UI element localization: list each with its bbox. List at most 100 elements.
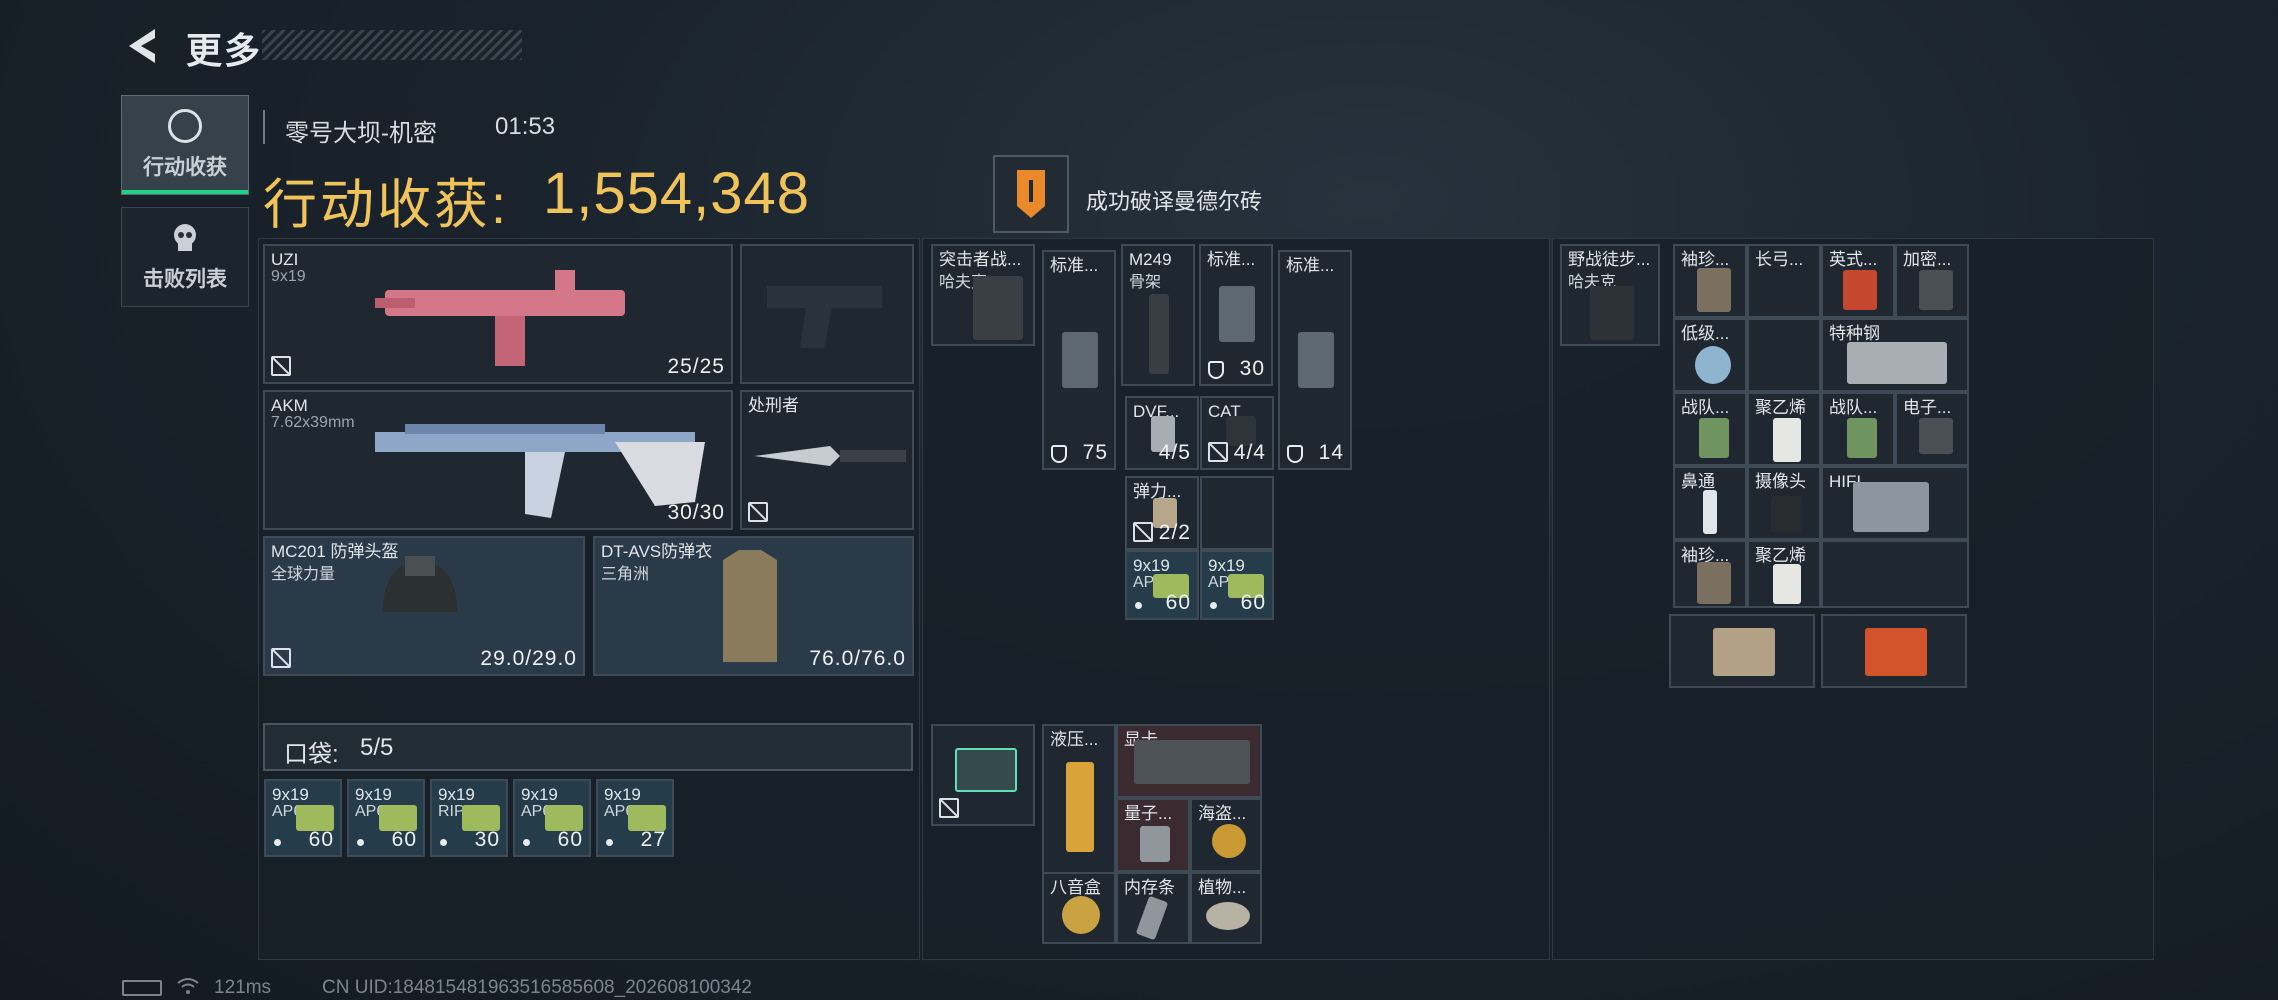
safe-item[interactable]: 植物...: [1190, 872, 1262, 944]
rig-item[interactable]: 9x19AP6.3 60: [1125, 550, 1199, 620]
item-count: 4/5: [1158, 441, 1191, 464]
radio-icon: [1713, 628, 1775, 676]
safe-item[interactable]: 液压...: [1042, 724, 1116, 874]
item-icon: [1843, 270, 1877, 310]
item-icon: [1773, 418, 1801, 462]
backpack-item[interactable]: HIFI...: [1821, 466, 1969, 540]
item-name: 八音盒: [1050, 878, 1101, 897]
item-icon: [1697, 268, 1731, 312]
armor-faction: 三角洲: [601, 566, 650, 583]
tab-defeat-list[interactable]: 击败列表: [121, 207, 249, 307]
count-dot-icon: [357, 839, 364, 846]
backpack-item[interactable]: 战队...: [1821, 392, 1895, 466]
backpack-empty-slot[interactable]: [1821, 540, 1969, 608]
backpack-empty-slot[interactable]: [1747, 318, 1821, 392]
haul-value: 1,554,348: [543, 161, 811, 226]
title-decoration: [262, 30, 522, 60]
weapon-name: 处刑者: [748, 396, 799, 415]
safe-box-slot[interactable]: [931, 724, 1035, 826]
shield-icon: [1287, 445, 1303, 463]
pocket-item[interactable]: 9x19 RIP 30: [430, 779, 508, 857]
music-box-icon: [1062, 896, 1100, 934]
armor-plate-icon: [1219, 286, 1255, 342]
plant-jar-icon: [1206, 902, 1250, 930]
backpack-item[interactable]: 摄像头: [1747, 466, 1821, 540]
backpack-large-item[interactable]: [1669, 614, 1815, 688]
armor-durability: 76.0/76.0: [809, 647, 906, 670]
armor-name: DT-AVS防弹衣: [601, 542, 713, 561]
rig-item[interactable]: M249 骨架: [1121, 244, 1195, 386]
backpack-item[interactable]: 聚乙烯: [1747, 392, 1821, 466]
item-name: 植物...: [1198, 878, 1247, 897]
rig-item[interactable]: 标准... 30: [1199, 244, 1273, 386]
rig-item[interactable]: 标准... 75: [1042, 250, 1116, 470]
item-count: 2/2: [1158, 521, 1191, 544]
item-name: 特种钢: [1829, 324, 1880, 343]
backpack-item[interactable]: 低级...: [1673, 318, 1747, 392]
safe-item[interactable]: 八音盒: [1042, 872, 1116, 944]
item-count: 60: [1165, 591, 1191, 614]
vest-slot[interactable]: DT-AVS防弹衣 三角洲 76.0/76.0: [593, 536, 914, 676]
helmet-slot[interactable]: MC201 防弹头盔 全球力量 29.0/29.0: [263, 536, 585, 676]
backpack-item[interactable]: 电子...: [1895, 392, 1969, 466]
pocket-item[interactable]: 9x19 AP6.3 60: [347, 779, 425, 857]
backpack-item[interactable]: 袖珍...: [1673, 540, 1747, 608]
safe-item[interactable]: 内存条: [1116, 872, 1190, 944]
backpack-item[interactable]: 鼻通: [1673, 466, 1747, 540]
back-arrow-icon[interactable]: [125, 26, 161, 66]
backpack-large-item[interactable]: [1821, 614, 1967, 688]
ram-stick-icon: [1135, 895, 1169, 941]
pocket-item[interactable]: 9x19 AP6.3 60: [264, 779, 342, 857]
ping-readout: 121ms: [214, 977, 272, 998]
weapon-slot-primary[interactable]: UZI 9x19 25/25: [263, 244, 733, 384]
tab-operation-haul[interactable]: 行动收获: [121, 95, 249, 195]
safe-item[interactable]: 量子...: [1116, 798, 1190, 872]
chest-rig-slot[interactable]: 突击者战... 哈夫克: [931, 244, 1035, 346]
safe-item[interactable]: 海盗...: [1190, 798, 1262, 872]
weapon-slot-rifle[interactable]: AKM 7.62x39mm 30/30: [263, 390, 733, 530]
vest-image: [723, 550, 777, 662]
pocket-item[interactable]: 9x19 AP6.3 27: [596, 779, 674, 857]
item-name: 战队...: [1681, 398, 1730, 417]
rig-item[interactable]: 标准... 14: [1278, 250, 1352, 470]
item-icon: [1703, 490, 1717, 534]
pocket-item[interactable]: 9x19 AP6.3 60: [513, 779, 591, 857]
rig-item[interactable]: CAT 4/4: [1200, 396, 1274, 470]
item-name: 鼻通: [1681, 472, 1715, 491]
safe-box-icon: [955, 748, 1017, 792]
item-icon: [1847, 418, 1877, 458]
rig-empty-slot[interactable]: [1200, 476, 1274, 550]
backpack-item[interactable]: 聚乙烯: [1747, 540, 1821, 608]
backpack-item[interactable]: 袖珍...: [1673, 244, 1747, 318]
item-name: 聚乙烯: [1755, 546, 1806, 565]
melee-slot[interactable]: 处刑者: [740, 390, 914, 530]
operation-icon: [168, 109, 202, 143]
battery-icon: [122, 980, 162, 996]
pistol-silhouette-icon: [767, 286, 882, 348]
haul-label: 行动收获:: [263, 175, 510, 235]
armor-plate-icon: [1298, 332, 1334, 388]
weapon-slot-secondary-empty[interactable]: [740, 244, 914, 384]
item-name: 电子...: [1903, 398, 1952, 417]
backpack-item[interactable]: 特种钢: [1821, 318, 1969, 392]
item-count: 60: [308, 828, 334, 851]
rig-item[interactable]: 9x19AP6.3 60: [1200, 550, 1274, 620]
backpack-item[interactable]: 战队...: [1673, 392, 1747, 466]
match-timer: 01:53: [495, 113, 556, 140]
rig-item[interactable]: DVF... 4/5: [1125, 396, 1199, 470]
coin-icon: [1212, 824, 1246, 858]
rig-item[interactable]: 弹力... 2/2: [1125, 476, 1199, 550]
backpack-item[interactable]: 长弓...: [1747, 244, 1821, 318]
item-name: 加密...: [1903, 250, 1952, 269]
backpack-image: [1590, 286, 1634, 340]
item-icon: [1919, 270, 1953, 310]
backpack-item[interactable]: 加密...: [1895, 244, 1969, 318]
safe-item[interactable]: 显卡: [1116, 724, 1262, 798]
backpack-slot[interactable]: 野战徒步... 哈夫克: [1560, 244, 1660, 346]
item-count: 4/4: [1233, 441, 1266, 464]
item-name: 标准...: [1286, 256, 1335, 275]
achievement-badge-icon[interactable]: [993, 155, 1069, 233]
item-name: 英式...: [1829, 250, 1878, 269]
wifi-icon: [177, 978, 199, 994]
backpack-item[interactable]: 英式...: [1821, 244, 1895, 318]
